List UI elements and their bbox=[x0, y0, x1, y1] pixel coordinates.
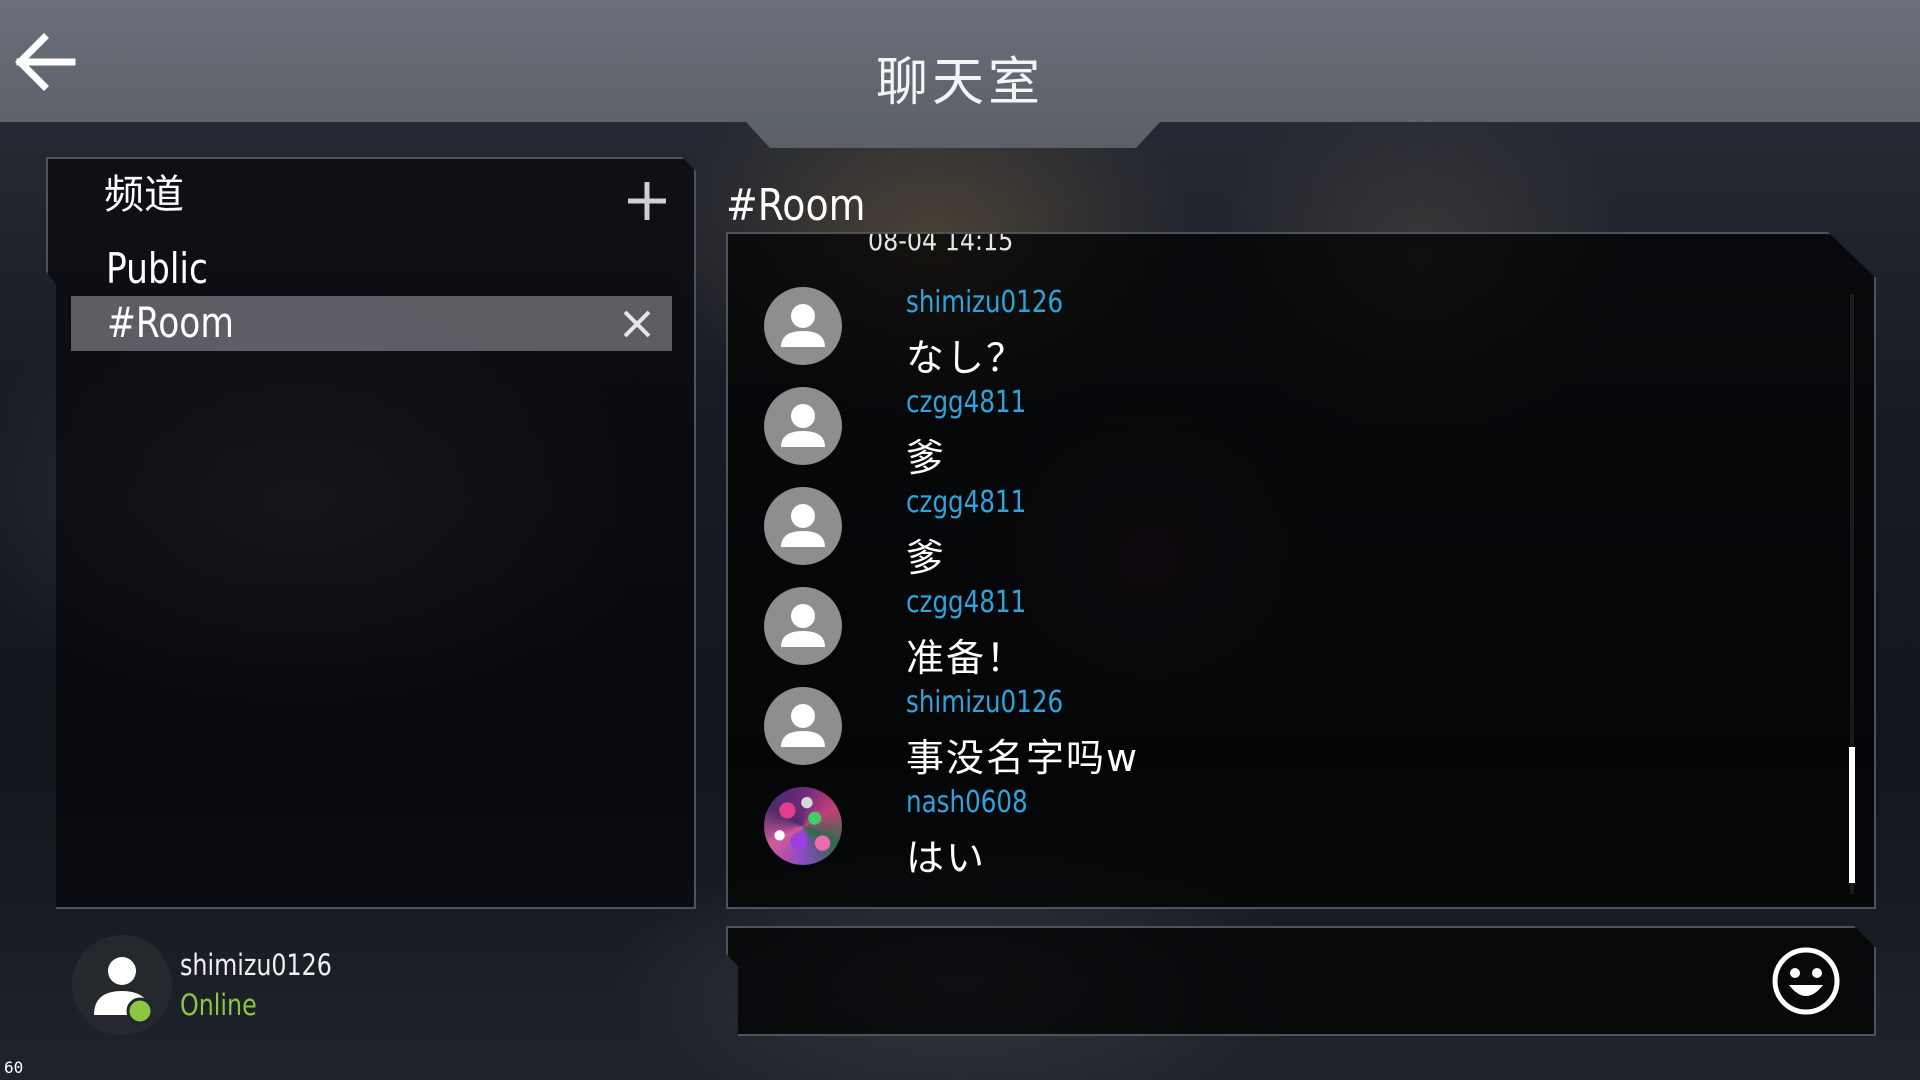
message-username[interactable]: czgg4811 bbox=[906, 485, 1026, 520]
chat-scrollbar[interactable] bbox=[1849, 294, 1855, 894]
plus-icon bbox=[628, 182, 666, 220]
chat-message-panel[interactable]: 08-04 14:15 shimizu0126 なし？ czgg4811 爹 c… bbox=[726, 232, 1876, 909]
message-username[interactable]: czgg4811 bbox=[906, 585, 1026, 620]
scroll-thumb[interactable] bbox=[1849, 747, 1855, 883]
message-item: czgg4811 爹 bbox=[764, 385, 1764, 483]
smiley-icon bbox=[1772, 947, 1840, 1015]
page-title: 聊天室 bbox=[875, 53, 1044, 113]
message-text: 爹 bbox=[906, 436, 947, 480]
channel-item-room[interactable]: #Room bbox=[71, 296, 672, 351]
emoji-button[interactable] bbox=[1770, 945, 1842, 1017]
close-icon bbox=[623, 310, 651, 338]
channel-item-label: #Room bbox=[107, 298, 234, 347]
message-item: shimizu0126 なし？ bbox=[764, 285, 1764, 383]
message-input[interactable] bbox=[758, 948, 1762, 1016]
channels-heading: 频道 bbox=[104, 172, 184, 218]
message-username[interactable]: nash0608 bbox=[906, 785, 1028, 820]
message-item: czgg4811 准备！ bbox=[764, 585, 1764, 683]
message-item: nash0608 はい bbox=[764, 785, 1764, 883]
person-icon[interactable] bbox=[764, 687, 842, 765]
message-item: shimizu0126 事没名字吗w bbox=[764, 685, 1764, 783]
message-text: 事没名字吗w bbox=[906, 736, 1140, 780]
chat-channel-title: #Room bbox=[726, 180, 866, 231]
user-status: Online bbox=[180, 988, 257, 1022]
message-username[interactable]: shimizu0126 bbox=[906, 285, 1063, 320]
message-text: 爹 bbox=[906, 536, 947, 580]
user-name: shimizu0126 bbox=[180, 948, 332, 982]
fps-counter: 60 bbox=[4, 1058, 24, 1077]
person-icon[interactable] bbox=[764, 487, 842, 565]
person-online-icon bbox=[94, 957, 154, 1025]
photo-avatar[interactable] bbox=[764, 787, 842, 865]
message-text: 准备！ bbox=[906, 636, 1027, 680]
person-icon[interactable] bbox=[764, 587, 842, 665]
message-username[interactable]: shimizu0126 bbox=[906, 685, 1063, 720]
person-icon[interactable] bbox=[764, 287, 842, 365]
message-text: はい bbox=[906, 836, 987, 880]
message-input-box[interactable] bbox=[726, 926, 1876, 1036]
channel-item-public[interactable]: Public bbox=[106, 244, 208, 293]
message-item: czgg4811 爹 bbox=[764, 485, 1764, 583]
message-timestamp: 08-04 14:15 bbox=[868, 232, 1014, 257]
person-icon[interactable] bbox=[764, 387, 842, 465]
add-channel-button[interactable] bbox=[622, 176, 672, 226]
close-channel-button[interactable] bbox=[617, 304, 657, 344]
message-text: なし？ bbox=[906, 336, 1027, 380]
user-avatar[interactable] bbox=[72, 935, 172, 1035]
message-username[interactable]: czgg4811 bbox=[906, 385, 1026, 420]
